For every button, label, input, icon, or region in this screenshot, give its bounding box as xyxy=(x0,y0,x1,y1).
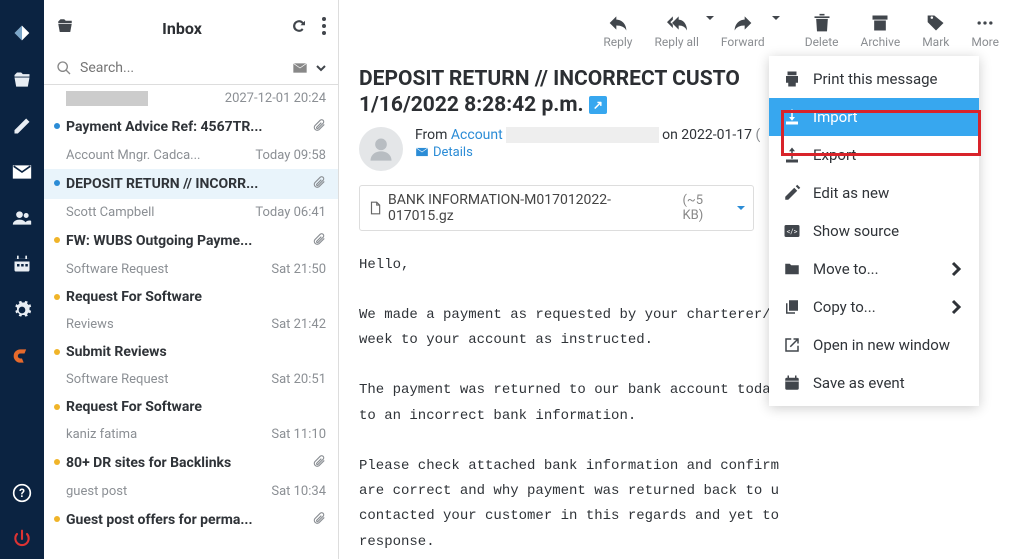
list-item[interactable]: Request For Software xyxy=(44,393,338,421)
svg-text:?: ? xyxy=(19,486,25,500)
more-menu: Print this messageImportExportEdit as ne… xyxy=(769,56,979,406)
menu-source[interactable]: </>Show source xyxy=(769,212,979,250)
menu-import[interactable]: Import xyxy=(769,98,979,136)
folder-icon[interactable] xyxy=(12,70,32,94)
archive-button[interactable]: Archive xyxy=(851,6,911,56)
refresh-icon[interactable] xyxy=(290,17,308,39)
list-item[interactable]: Request For Software xyxy=(44,283,338,311)
mail-filter-icon[interactable] xyxy=(292,60,308,76)
back-icon[interactable] xyxy=(56,17,74,39)
menu-print[interactable]: Print this message xyxy=(769,60,979,98)
menu-move[interactable]: Move to... xyxy=(769,250,979,288)
list-item-meta: hidden sender2027-12-01 20:24 xyxy=(44,85,338,112)
forward-button[interactable]: Forward xyxy=(711,6,775,56)
search-icon xyxy=(56,60,72,76)
avatar xyxy=(359,127,403,171)
list-item-meta: ReviewsSat 21:42 xyxy=(44,311,338,338)
cpanel-icon[interactable] xyxy=(12,346,32,370)
list-item-meta: guest postSat 10:34 xyxy=(44,478,338,505)
details-link[interactable]: Details xyxy=(415,145,473,160)
search-bar xyxy=(44,56,338,85)
from-link[interactable]: Account xyxy=(451,127,503,143)
attachment-dropdown-icon[interactable] xyxy=(737,206,745,214)
list-item-meta: Scott CampbellToday 06:41 xyxy=(44,199,338,226)
mail-icon[interactable] xyxy=(12,162,32,186)
settings-icon[interactable] xyxy=(12,300,32,324)
message-list[interactable]: hidden sender2027-12-01 20:24Payment Adv… xyxy=(44,85,338,559)
list-item[interactable]: Payment Advice Ref: 4567TR... xyxy=(44,112,338,142)
svg-text:</>: </> xyxy=(787,227,798,236)
list-item-meta: Software RequestSat 21:50 xyxy=(44,256,338,283)
app-iconbar: ? xyxy=(0,0,44,559)
search-input[interactable] xyxy=(80,60,284,76)
list-item[interactable]: FW: WUBS Outgoing Payme... xyxy=(44,226,338,256)
message-toolbar: ReplyReply allForward DeleteArchiveMarkMo… xyxy=(339,0,1021,56)
menu-export[interactable]: Export xyxy=(769,136,979,174)
list-item[interactable]: DEPOSIT RETURN // INCORR... xyxy=(44,169,338,199)
compose-icon[interactable] xyxy=(12,116,32,140)
reply-all-button[interactable]: Reply all xyxy=(644,6,708,56)
list-item[interactable]: 80+ DR sites for Backlinks xyxy=(44,448,338,478)
more-button[interactable]: More xyxy=(961,6,1009,56)
kebab-icon[interactable] xyxy=(322,17,326,39)
menu-save[interactable]: Save as event xyxy=(769,364,979,402)
menu-copy[interactable]: Copy to... xyxy=(769,288,979,326)
reply-button[interactable]: Reply xyxy=(593,6,642,56)
power-icon[interactable] xyxy=(12,529,32,553)
menu-edit[interactable]: Edit as new xyxy=(769,174,979,212)
attachment-chip[interactable]: BANK INFORMATION-M017012022-017015.gz (~… xyxy=(359,185,754,231)
list-item-meta: Account Mngr. Cadca...Today 09:58 xyxy=(44,142,338,169)
list-item-meta: kaniz fatimaSat 11:10 xyxy=(44,421,338,448)
mark-button[interactable]: Mark xyxy=(912,6,959,56)
list-header: Inbox xyxy=(44,0,338,56)
list-item[interactable]: Submit Reviews xyxy=(44,338,338,366)
list-item-meta: Software RequestSat 20:51 xyxy=(44,366,338,393)
contacts-icon[interactable] xyxy=(12,208,32,232)
message-list-panel: Inbox hidden sender2027-12-01 20:24Payme… xyxy=(44,0,339,559)
delete-button[interactable]: Delete xyxy=(795,6,849,56)
menu-open[interactable]: Open in new window xyxy=(769,326,979,364)
list-item[interactable]: Guest post offers for perma... xyxy=(44,505,338,535)
folder-title: Inbox xyxy=(162,19,202,38)
calendar-icon[interactable] xyxy=(12,254,32,278)
chevron-down-icon[interactable] xyxy=(316,63,326,73)
popout-icon[interactable]: ↗ xyxy=(589,96,607,114)
help-icon[interactable]: ? xyxy=(12,483,32,507)
logo-icon xyxy=(11,22,33,48)
